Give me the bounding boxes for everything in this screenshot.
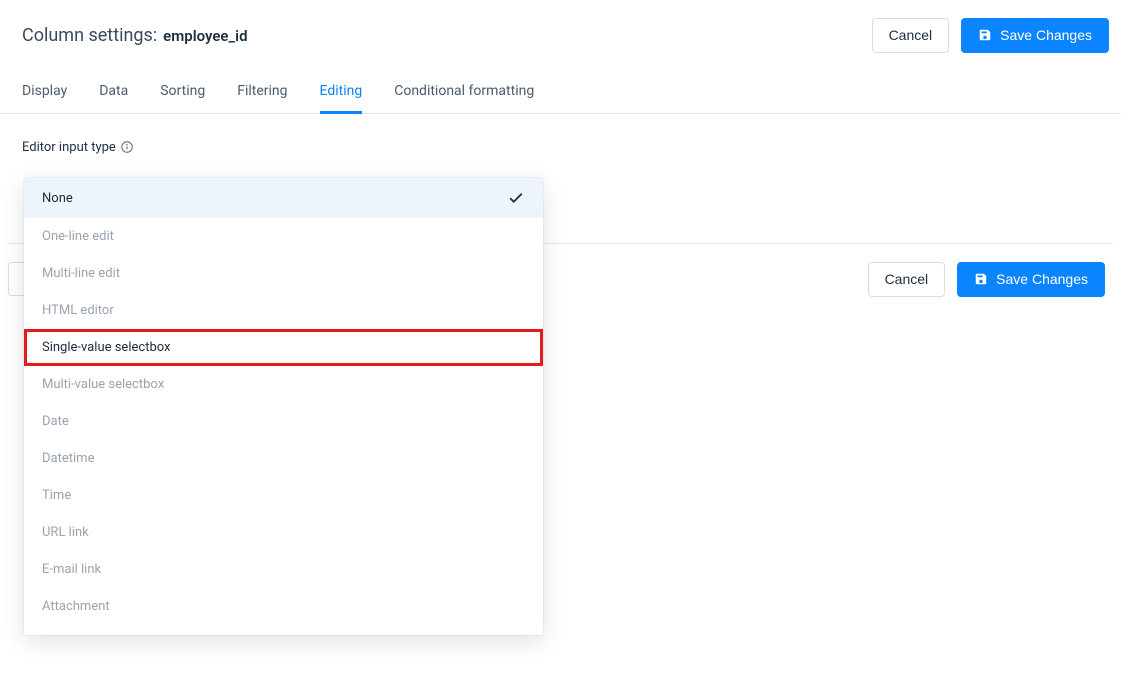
editor-input-type-field: Editor input type xyxy=(0,114,1121,155)
page-title: Column settings: employee_id xyxy=(22,25,248,46)
tab-display[interactable]: Display xyxy=(22,71,67,114)
save-icon xyxy=(974,272,988,286)
save-button-label: Save Changes xyxy=(1000,27,1092,44)
dropdown-option-label: Single-value selectbox xyxy=(42,340,170,355)
cancel-button-label: Cancel xyxy=(889,27,933,44)
dropdown-option[interactable]: Multi-line edit xyxy=(24,255,543,292)
dropdown-option-label: URL link xyxy=(42,525,89,540)
tab-filtering[interactable]: Filtering xyxy=(237,71,287,114)
save-icon xyxy=(978,28,992,42)
dropdown-option-label: E-mail link xyxy=(42,562,101,577)
footer-save-button[interactable]: Save Changes xyxy=(957,262,1105,297)
dropdown-option-label: HTML editor xyxy=(42,303,114,318)
dropdown-option-label: Multi-value selectbox xyxy=(42,377,164,392)
dropdown-option[interactable]: Time xyxy=(24,477,543,514)
tab-conditional-formatting[interactable]: Conditional formatting xyxy=(394,71,534,114)
dropdown-option-label: Date xyxy=(42,414,69,429)
save-button[interactable]: Save Changes xyxy=(961,18,1109,53)
footer-save-label: Save Changes xyxy=(996,271,1088,288)
editor-input-type-dropdown[interactable]: None One-line edit Multi-line edit HTML edi… xyxy=(24,178,543,635)
tab-sorting[interactable]: Sorting xyxy=(160,71,205,114)
check-icon xyxy=(507,189,525,207)
dropdown-option[interactable]: URL link xyxy=(24,514,543,551)
dropdown-option[interactable]: Date xyxy=(24,403,543,440)
dropdown-option[interactable]: E-mail link xyxy=(24,551,543,588)
dropdown-option-label: One-line edit xyxy=(42,229,114,244)
field-label-text: Editor input type xyxy=(22,140,116,155)
field-label: Editor input type xyxy=(22,140,1099,155)
dropdown-option[interactable]: One-line edit xyxy=(24,218,543,255)
footer-cancel-label: Cancel xyxy=(885,271,929,288)
dropdown-option[interactable]: Multi-value selectbox xyxy=(24,366,543,403)
footer-actions: Cancel Save Changes xyxy=(868,262,1105,297)
dropdown-option-label: None xyxy=(42,191,73,206)
header-actions: Cancel Save Changes xyxy=(872,18,1109,53)
dropdown-option-label: Multi-line edit xyxy=(42,266,120,281)
dropdown-option-label: Attachment xyxy=(42,599,110,614)
dropdown-option-label: Datetime xyxy=(42,451,94,466)
tabs: Display Data Sorting Filtering Editing C… xyxy=(0,71,1121,114)
dropdown-option[interactable]: Datetime xyxy=(24,440,543,477)
dropdown-option[interactable]: None xyxy=(24,178,543,218)
tab-data[interactable]: Data xyxy=(99,71,128,114)
title-prefix: Column settings: xyxy=(22,25,157,46)
footer-cancel-button[interactable]: Cancel xyxy=(868,262,946,297)
info-icon[interactable] xyxy=(120,140,134,154)
settings-header: Column settings: employee_id Cancel Save… xyxy=(0,0,1121,71)
dropdown-option[interactable]: Single-value selectbox xyxy=(24,329,543,366)
cancel-button[interactable]: Cancel xyxy=(872,18,950,53)
dropdown-option-label: Time xyxy=(42,488,71,503)
tab-editing[interactable]: Editing xyxy=(320,71,363,114)
column-name: employee_id xyxy=(163,27,247,45)
dropdown-option[interactable]: HTML editor xyxy=(24,292,543,329)
dropdown-option[interactable]: Attachment xyxy=(24,588,543,625)
